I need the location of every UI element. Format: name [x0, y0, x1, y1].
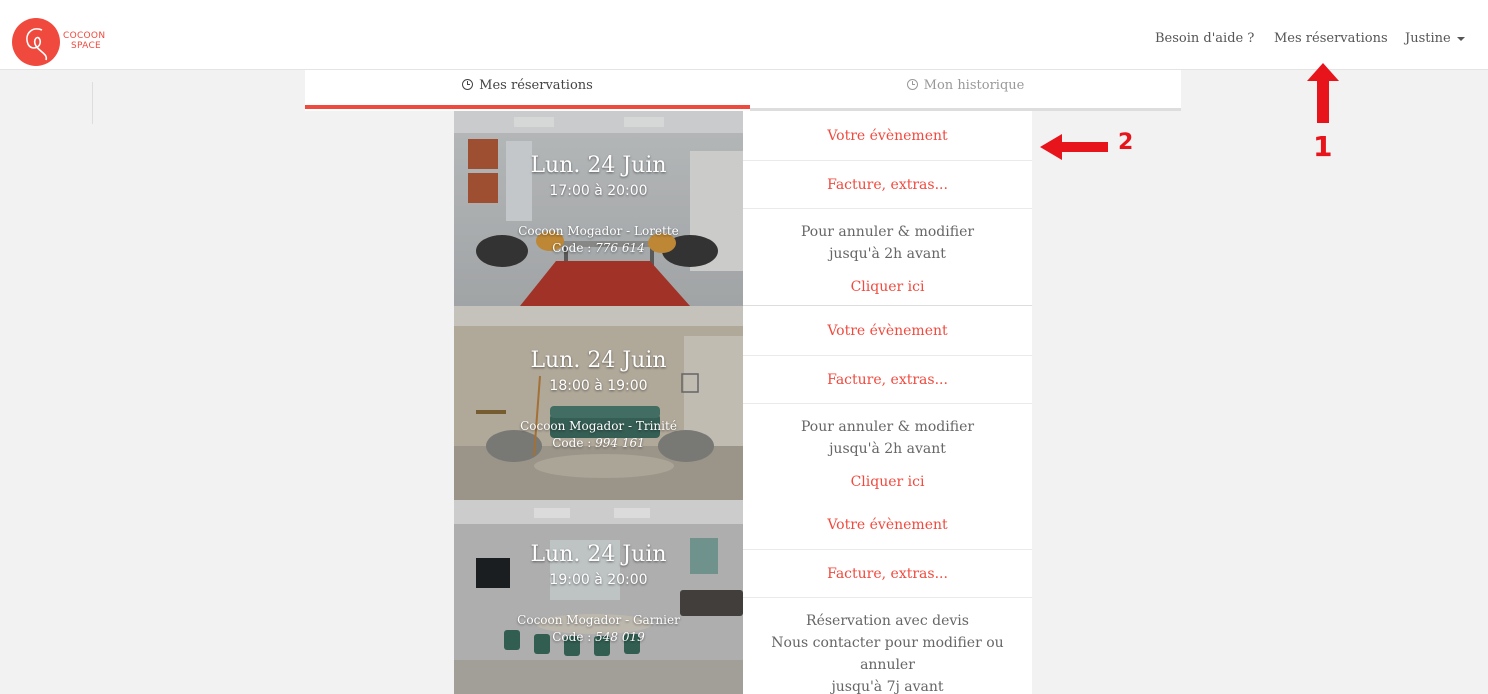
quote-policy: Réservation avec devis Nous contacter po… [743, 598, 1032, 694]
booking-date: Lun. 24 Juin [530, 348, 667, 373]
booking-actions: Votre évènement Facture, extras... Pour … [743, 111, 1032, 306]
event-link[interactable]: Votre évènement [743, 111, 1032, 161]
room-photo: Lun. 24 Juin 18:00 à 19:00 Cocoon Mogado… [454, 306, 743, 501]
booking-actions: Votre évènement Facture, extras... Réser… [743, 500, 1032, 694]
room-name: Cocoon Mogador - Trinité [520, 419, 677, 433]
room-photo: Lun. 24 Juin 19:00 à 20:00 Cocoon Mogado… [454, 500, 743, 694]
invoice-link[interactable]: Facture, extras... [743, 550, 1032, 598]
modify-policy: Pour annuler & modifier jusqu'à 2h avant… [743, 404, 1032, 501]
reservation-tabs: Mes réservations Mon historique [305, 70, 1181, 111]
tab-label: Mon historique [923, 78, 1025, 93]
policy-line: jusqu'à 7j avant [831, 679, 944, 694]
booking-card: Lun. 24 Juin 18:00 à 19:00 Cocoon Mogado… [454, 306, 1032, 501]
booking-card: Lun. 24 Juin 17:00 à 20:00 Cocoon Mogado… [454, 111, 1032, 306]
code-value: 994 161 [595, 436, 645, 450]
booking-info-overlay: Lun. 24 Juin 18:00 à 19:00 Cocoon Mogado… [454, 306, 743, 501]
access-code: Code : 776 614 [454, 241, 743, 255]
tab-label: Mes réservations [479, 78, 593, 93]
annotation-marker-1: 1 [1313, 130, 1333, 163]
annotation-arrow-left-icon [1040, 134, 1108, 160]
user-name: Justine [1405, 31, 1451, 46]
logo-wordmark: COCOON SPACE [63, 31, 105, 51]
code-label: Code : [552, 630, 592, 644]
booking-card: Lun. 24 Juin 19:00 à 20:00 Cocoon Mogado… [454, 500, 1032, 694]
booking-time: 19:00 à 20:00 [549, 572, 648, 588]
click-here-link[interactable]: Cliquer ici [743, 276, 1032, 298]
nav-reservations-link[interactable]: Mes réservations [1274, 31, 1388, 46]
invoice-link[interactable]: Facture, extras... [743, 356, 1032, 404]
policy-line: Réservation avec devis [806, 613, 969, 629]
cocoon-logo[interactable] [12, 18, 60, 66]
event-link[interactable]: Votre évènement [743, 306, 1032, 356]
access-code: Code : 548 019 [454, 630, 743, 644]
logo-line-2: SPACE [71, 41, 102, 51]
booking-time: 18:00 à 19:00 [549, 378, 648, 394]
modify-policy: Pour annuler & modifier jusqu'à 2h avant… [743, 209, 1032, 306]
logo-line-1: COCOON [63, 31, 106, 41]
code-label: Code : [552, 436, 592, 450]
clock-icon [906, 79, 918, 90]
booking-info-overlay: Lun. 24 Juin 19:00 à 20:00 Cocoon Mogado… [454, 500, 743, 694]
event-link[interactable]: Votre évènement [743, 500, 1032, 550]
divider [92, 82, 93, 124]
room-photo: Lun. 24 Juin 17:00 à 20:00 Cocoon Mogado… [454, 111, 743, 306]
nav-help-link[interactable]: Besoin d'aide ? [1155, 31, 1254, 46]
tab-history[interactable]: Mon historique [750, 70, 1181, 111]
booking-info-overlay: Lun. 24 Juin 17:00 à 20:00 Cocoon Mogado… [454, 111, 743, 306]
caret-down-icon [1456, 36, 1465, 41]
code-value: 776 614 [595, 241, 645, 255]
annotation-marker-2: 2 [1118, 130, 1134, 155]
user-menu[interactable]: Justine [1405, 31, 1465, 46]
code-label: Code : [552, 241, 592, 255]
policy-line: Pour annuler & modifier [800, 224, 975, 240]
click-here-link[interactable]: Cliquer ici [743, 471, 1032, 493]
access-code: Code : 994 161 [454, 436, 743, 450]
annotation-arrow-up-icon [1307, 63, 1339, 123]
logo-mark-icon [26, 28, 48, 61]
booking-time: 17:00 à 20:00 [549, 183, 648, 199]
booking-actions: Votre évènement Facture, extras... Pour … [743, 306, 1032, 501]
policy-line: jusqu'à 2h avant [829, 246, 946, 262]
booking-date: Lun. 24 Juin [530, 153, 667, 178]
code-value: 548 019 [595, 630, 645, 644]
policy-line: jusqu'à 2h avant [829, 441, 946, 457]
tab-my-reservations[interactable]: Mes réservations [305, 70, 750, 109]
top-navbar: COCOON SPACE Besoin d'aide ? Mes réserva… [0, 0, 1488, 70]
policy-line: Nous contacter pour modifier ou annuler [771, 635, 1004, 673]
booking-date: Lun. 24 Juin [530, 542, 667, 567]
policy-line: Pour annuler & modifier [800, 419, 975, 435]
room-name: Cocoon Mogador - Lorette [518, 224, 679, 238]
room-name: Cocoon Mogador - Garnier [517, 613, 680, 627]
clock-icon [462, 79, 474, 90]
invoice-link[interactable]: Facture, extras... [743, 161, 1032, 209]
